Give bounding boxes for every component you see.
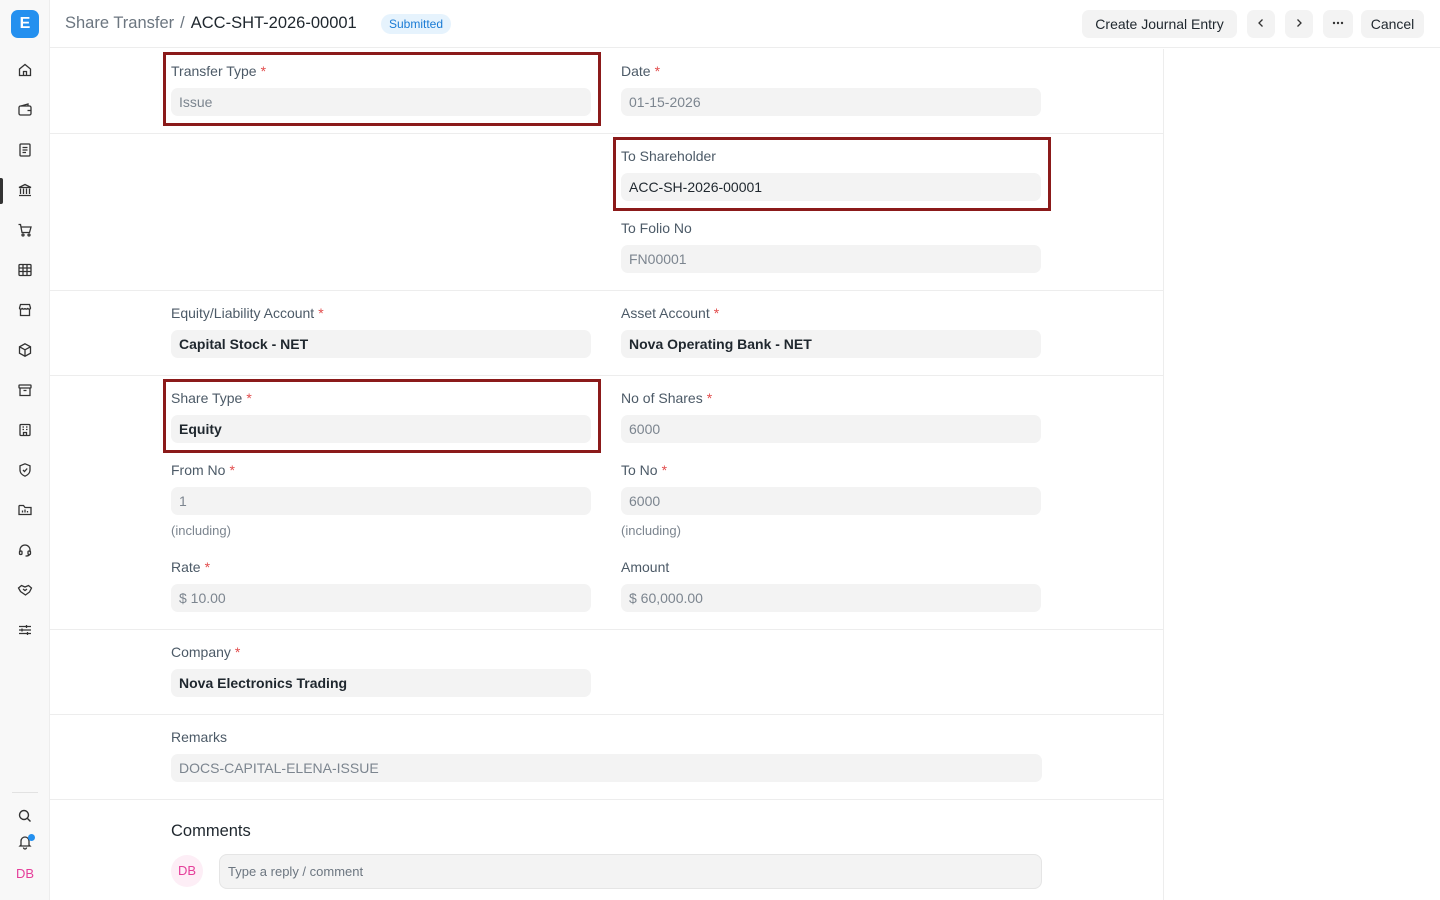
store-icon[interactable] bbox=[13, 298, 37, 322]
notification-dot bbox=[28, 834, 35, 841]
to-folio-no-field[interactable]: FN00001 bbox=[621, 245, 1041, 273]
section-divider bbox=[50, 799, 1163, 800]
page-title: ACC-SHT-2026-00001 bbox=[190, 14, 357, 32]
comments-title: Comments bbox=[171, 822, 251, 840]
package-icon[interactable] bbox=[13, 338, 37, 362]
asset-account-field[interactable]: Nova Operating Bank - NET bbox=[621, 330, 1041, 358]
to-no-field[interactable]: 6000 bbox=[621, 487, 1041, 515]
archive-icon[interactable] bbox=[13, 378, 37, 402]
chevron-right-icon bbox=[1292, 16, 1306, 33]
headset-icon[interactable] bbox=[13, 538, 37, 562]
page-header: Share Transfer / ACC-SHT-2026-00001 Subm… bbox=[50, 0, 1440, 48]
remarks-label: Remarks bbox=[171, 729, 228, 745]
form-body: Transfer Type * Issue Date * 01-15-2026 To… bbox=[50, 49, 1164, 900]
remarks-field[interactable]: DOCS-CAPITAL-ELENA-ISSUE bbox=[171, 754, 1042, 782]
bank-icon[interactable] bbox=[13, 178, 37, 202]
section-divider bbox=[50, 629, 1163, 630]
search-icon[interactable] bbox=[13, 804, 37, 828]
app-logo[interactable]: E bbox=[11, 10, 39, 38]
comment-avatar: DB bbox=[171, 855, 203, 887]
breadcrumb: Share Transfer / ACC-SHT-2026-00001 bbox=[65, 14, 357, 33]
next-button[interactable] bbox=[1285, 10, 1313, 38]
amount-label: Amount bbox=[621, 559, 670, 575]
breadcrumb-separator: / bbox=[180, 14, 185, 32]
chevron-left-icon bbox=[1254, 16, 1268, 33]
building-icon[interactable] bbox=[13, 418, 37, 442]
active-indicator bbox=[0, 178, 3, 204]
highlight-to-shareholder bbox=[613, 137, 1051, 211]
equity-account-field[interactable]: Capital Stock - NET bbox=[171, 330, 591, 358]
section-divider bbox=[50, 714, 1163, 715]
from-no-help: (including) bbox=[171, 523, 231, 538]
create-journal-entry-button[interactable]: Create Journal Entry bbox=[1082, 10, 1237, 38]
user-avatar[interactable]: DB bbox=[11, 862, 39, 886]
amount-field[interactable]: $ 60,000.00 bbox=[621, 584, 1041, 612]
section-divider bbox=[50, 375, 1163, 376]
rate-field[interactable]: $ 10.00 bbox=[171, 584, 591, 612]
folder-icon[interactable] bbox=[13, 498, 37, 522]
section-divider bbox=[50, 133, 1163, 134]
wallet-icon[interactable] bbox=[13, 98, 37, 122]
to-folio-no-label: To Folio No bbox=[621, 220, 692, 236]
home-icon[interactable] bbox=[13, 58, 37, 82]
more-actions-button[interactable] bbox=[1323, 10, 1353, 38]
to-no-help: (including) bbox=[621, 523, 681, 538]
table-icon[interactable] bbox=[13, 258, 37, 282]
settings-sliders-icon[interactable] bbox=[13, 618, 37, 642]
cancel-button[interactable]: Cancel bbox=[1361, 10, 1424, 38]
company-label: Company * bbox=[171, 644, 241, 660]
date-field[interactable]: 01-15-2026 bbox=[621, 88, 1041, 116]
from-no-field[interactable]: 1 bbox=[171, 487, 591, 515]
status-badge: Submitted bbox=[381, 14, 452, 34]
no-of-shares-label: No of Shares * bbox=[621, 390, 713, 406]
sidebar-divider bbox=[12, 792, 38, 793]
previous-button[interactable] bbox=[1247, 10, 1275, 38]
highlight-transfer-type bbox=[163, 52, 601, 126]
shield-icon[interactable] bbox=[13, 458, 37, 482]
company-field[interactable]: Nova Electronics Trading bbox=[171, 669, 591, 697]
comment-input[interactable]: Type a reply / comment bbox=[219, 854, 1042, 889]
breadcrumb-parent[interactable]: Share Transfer bbox=[65, 14, 174, 33]
ellipsis-icon bbox=[1331, 16, 1345, 33]
cart-icon[interactable] bbox=[13, 218, 37, 242]
section-divider bbox=[50, 290, 1163, 291]
document-icon[interactable] bbox=[13, 138, 37, 162]
sidebar: E DB bbox=[0, 0, 50, 900]
from-no-label: From No * bbox=[171, 462, 235, 478]
equity-account-label: Equity/Liability Account * bbox=[171, 305, 324, 321]
to-no-label: To No * bbox=[621, 462, 668, 478]
rate-label: Rate * bbox=[171, 559, 211, 575]
date-label: Date * bbox=[621, 63, 661, 79]
highlight-share-type bbox=[163, 379, 601, 453]
no-of-shares-field[interactable]: 6000 bbox=[621, 415, 1041, 443]
handshake-icon[interactable] bbox=[13, 578, 37, 602]
asset-account-label: Asset Account * bbox=[621, 305, 720, 321]
